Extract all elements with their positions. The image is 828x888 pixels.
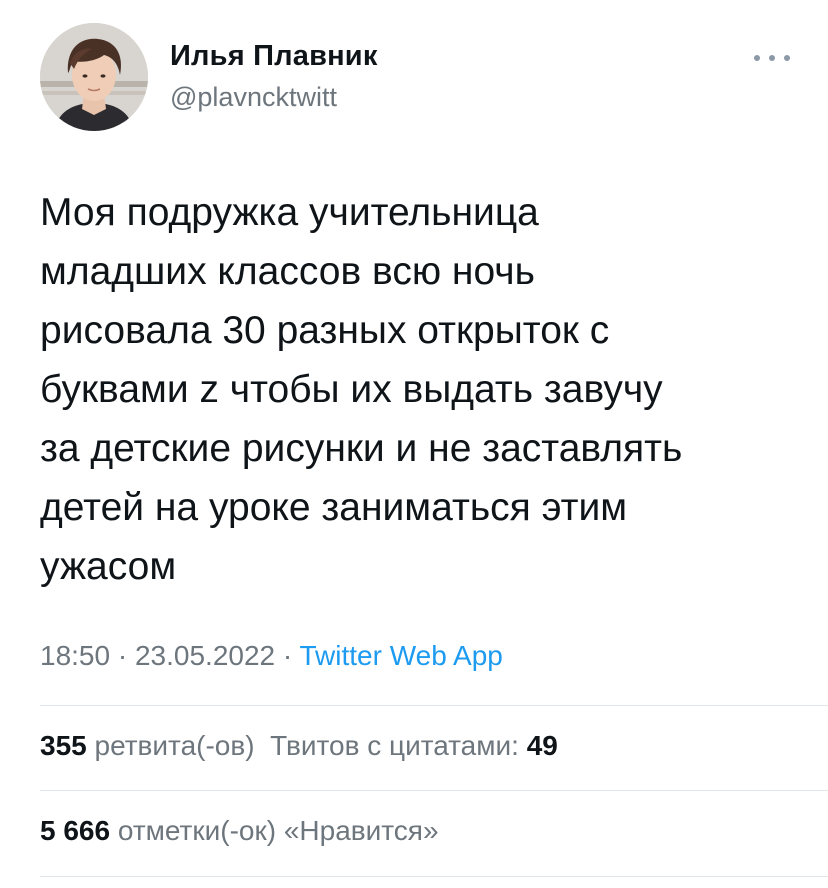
divider [40,876,828,877]
quotes-stat[interactable]: Твитов с цитатами: 49 [270,730,558,761]
retweets-count: 355 [40,730,87,761]
quotes-count: 49 [526,730,558,761]
retweet-quote-stats: 355 ретвита(-ов) Твитов с цитатами: 49 [40,730,558,762]
divider [40,790,828,791]
tweet-metadata: 18:50 · 23.05.2022 · Twitter Web App [40,640,503,672]
likes-stat[interactable]: 5 666 отметки(-ок) «Нравится» [40,815,439,846]
likes-label: отметки(-ок) «Нравится» [117,815,439,846]
avatar-photo-icon [40,23,148,131]
tweet-time[interactable]: 18:50 [40,640,110,671]
meta-separator: · [110,640,135,671]
likes-stats: 5 666 отметки(-ок) «Нравится» [40,815,439,847]
tweet-text: Моя подружка учительница младших классов… [40,191,683,588]
more-options-icon[interactable] [754,52,790,64]
tweet-card: Илья Плавник @plavncktwitt Моя подружка … [0,0,828,888]
avatar[interactable] [40,23,148,131]
tweet-source-link[interactable]: Twitter Web App [300,640,503,671]
meta-separator: · [275,640,300,671]
retweets-stat[interactable]: 355 ретвита(-ов) [40,730,255,761]
tweet-date[interactable]: 23.05.2022 [135,640,275,671]
display-name[interactable]: Илья Плавник [170,40,378,73]
user-handle[interactable]: @plavncktwitt [170,82,337,113]
retweets-label: ретвита(-ов) [94,730,255,761]
divider [40,705,828,706]
quotes-label: Твитов с цитатами: [270,730,519,761]
likes-count: 5 666 [40,815,111,846]
